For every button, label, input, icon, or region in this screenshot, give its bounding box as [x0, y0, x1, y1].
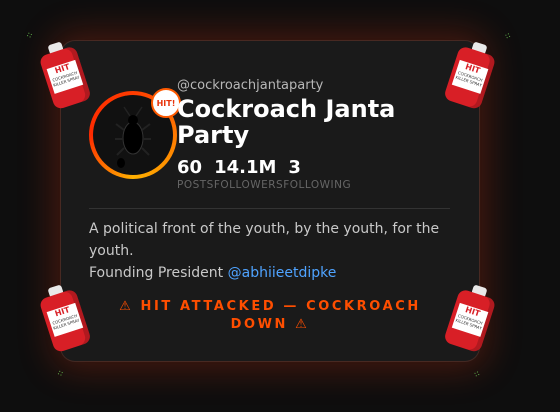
followers-label[interactable]: FOLLOWERS — [214, 179, 283, 191]
stat-labels: POSTS FOLLOWERS FOLLOWING — [177, 179, 351, 191]
founder-link[interactable]: @abhiieetdipke — [228, 265, 337, 281]
spray-mist-icon: ⁘ — [24, 29, 36, 43]
profile-name: Cockroach Janta Party — [177, 95, 396, 149]
profile-handle[interactable]: @cockroachjantaparty — [177, 78, 323, 93]
profile-stats: 60 14.1M 3 — [177, 157, 301, 178]
posts-label[interactable]: POSTS — [177, 179, 214, 191]
alert-banner: ⚠ HIT ATTACKED — COCKROACH DOWN ⚠ — [119, 299, 421, 332]
following-label[interactable]: FOLLOWING — [283, 179, 351, 191]
founder-prefix: Founding President — [89, 265, 224, 281]
followers-count[interactable]: 14.1M — [214, 157, 276, 178]
following-count[interactable]: 3 — [288, 157, 301, 178]
profile-bio: A political front of the youth, by the y… — [89, 221, 440, 259]
spray-mist-icon: ⁘ — [501, 30, 514, 44]
spray-mist-icon: ⁘ — [470, 368, 483, 382]
spray-mist-icon: ⁘ — [55, 367, 67, 381]
posts-count[interactable]: 60 — [177, 157, 202, 178]
divider — [89, 208, 450, 209]
founder-line: Founding President @abhiieetdipke — [89, 262, 336, 284]
